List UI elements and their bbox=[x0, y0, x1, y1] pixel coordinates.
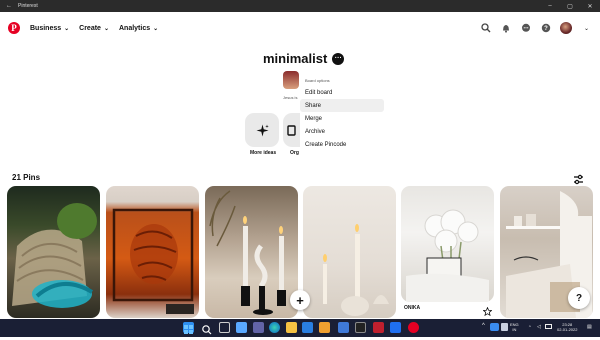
notifications-icon[interactable]: ▤ bbox=[587, 325, 592, 330]
store-icon[interactable] bbox=[338, 322, 349, 333]
profile-avatar[interactable] bbox=[560, 22, 572, 34]
add-pin-button[interactable]: + bbox=[290, 290, 310, 310]
clock[interactable]: 23:28 02-01-2022 bbox=[557, 322, 577, 332]
teams-chat-icon[interactable] bbox=[253, 322, 264, 333]
chevron-down-icon[interactable]: ⌄ bbox=[581, 23, 592, 34]
pin-card[interactable] bbox=[401, 186, 494, 302]
battery-icon[interactable] bbox=[545, 324, 552, 329]
help-button[interactable]: ? bbox=[568, 287, 590, 309]
create-menu[interactable]: Create ⌄ bbox=[79, 25, 109, 32]
organise-label: Org bbox=[290, 150, 299, 156]
analytics-menu[interactable]: Analytics ⌄ bbox=[119, 25, 158, 32]
close-icon[interactable]: ✕ bbox=[580, 3, 600, 10]
menu-item-archive[interactable]: Archive bbox=[300, 125, 384, 138]
app-icon[interactable] bbox=[373, 322, 384, 333]
pin-card[interactable] bbox=[106, 186, 199, 318]
language-indicator[interactable]: ENG IN bbox=[510, 322, 519, 332]
menu-item-share[interactable]: Share bbox=[300, 99, 384, 112]
file-explorer-icon[interactable] bbox=[286, 322, 297, 333]
sparkle-icon bbox=[256, 124, 269, 136]
board-options-button[interactable]: ··· bbox=[332, 52, 345, 65]
pin-card[interactable] bbox=[7, 186, 100, 318]
create-label: Create bbox=[79, 24, 101, 32]
chevron-down-icon: ⌄ bbox=[103, 25, 109, 32]
window-title: Pinterest bbox=[18, 3, 38, 9]
widgets-icon[interactable] bbox=[236, 322, 247, 333]
collaborator-avatar[interactable] bbox=[283, 71, 299, 89]
task-view-icon[interactable] bbox=[219, 322, 230, 333]
pinterest-logo[interactable]: P bbox=[8, 22, 20, 34]
analytics-label: Analytics bbox=[118, 24, 151, 32]
pin-title: ONIKA bbox=[404, 305, 421, 311]
pinterest-taskbar-icon[interactable] bbox=[408, 322, 419, 333]
cloud-icon[interactable] bbox=[490, 323, 499, 331]
star-icon[interactable] bbox=[482, 303, 493, 317]
board-options-menu: Board options Edit board Share Merge Arc… bbox=[300, 74, 384, 158]
more-ideas-label: More ideas bbox=[250, 150, 277, 156]
menu-header: Board options bbox=[305, 78, 330, 83]
pin-card[interactable] bbox=[205, 186, 298, 318]
back-arrow-icon[interactable]: ← bbox=[0, 3, 18, 9]
filter-icon[interactable] bbox=[573, 172, 584, 185]
pins-count: 21 Pins bbox=[12, 173, 41, 182]
business-menu[interactable]: Business ⌄ bbox=[30, 25, 69, 32]
board-title-row: minimalist ··· bbox=[263, 51, 345, 66]
organise-icon bbox=[287, 124, 296, 136]
menu-item-merge[interactable]: Merge bbox=[300, 112, 384, 125]
menu-item-create-pincode[interactable]: Create Pincode bbox=[300, 138, 384, 151]
app-icon[interactable] bbox=[390, 322, 401, 333]
tray-icon[interactable] bbox=[501, 323, 508, 331]
search-icon[interactable] bbox=[480, 23, 491, 34]
more-ideas-button[interactable] bbox=[245, 113, 279, 147]
search-icon[interactable] bbox=[201, 322, 212, 335]
collaborator-caption: Jesus is bbox=[283, 95, 298, 100]
organise-button[interactable] bbox=[283, 113, 300, 147]
chevron-down-icon: ⌄ bbox=[153, 25, 159, 32]
business-label: Business bbox=[30, 24, 62, 32]
window-titlebar: ← Pinterest – ▢ ✕ bbox=[0, 0, 600, 12]
chevron-up-icon[interactable]: ^ bbox=[482, 323, 485, 329]
maximize-icon[interactable]: ▢ bbox=[560, 3, 580, 10]
volume-icon[interactable]: ◁ bbox=[537, 325, 541, 330]
board-title: minimalist bbox=[263, 51, 328, 66]
wifi-icon[interactable]: ◔ bbox=[528, 325, 531, 330]
bell-icon[interactable] bbox=[500, 23, 511, 34]
chevron-down-icon: ⌄ bbox=[64, 25, 70, 32]
mail-icon[interactable] bbox=[302, 322, 313, 333]
help-icon[interactable]: ? bbox=[540, 23, 551, 34]
top-nav: P Business ⌄ Create ⌄ Analytics ⌄ ? ⌄ bbox=[0, 12, 600, 44]
edge-browser-icon[interactable] bbox=[269, 322, 280, 333]
app-icon[interactable] bbox=[355, 322, 366, 333]
nav-right: ? ⌄ bbox=[480, 22, 592, 34]
windows-start-icon[interactable] bbox=[183, 322, 194, 334]
pin-card[interactable] bbox=[303, 186, 396, 318]
photos-icon[interactable] bbox=[319, 322, 330, 333]
minimize-icon[interactable]: – bbox=[540, 3, 560, 9]
svg-text:?: ? bbox=[544, 26, 548, 32]
menu-item-edit-board[interactable]: Edit board bbox=[300, 86, 384, 99]
message-icon[interactable] bbox=[520, 23, 531, 34]
